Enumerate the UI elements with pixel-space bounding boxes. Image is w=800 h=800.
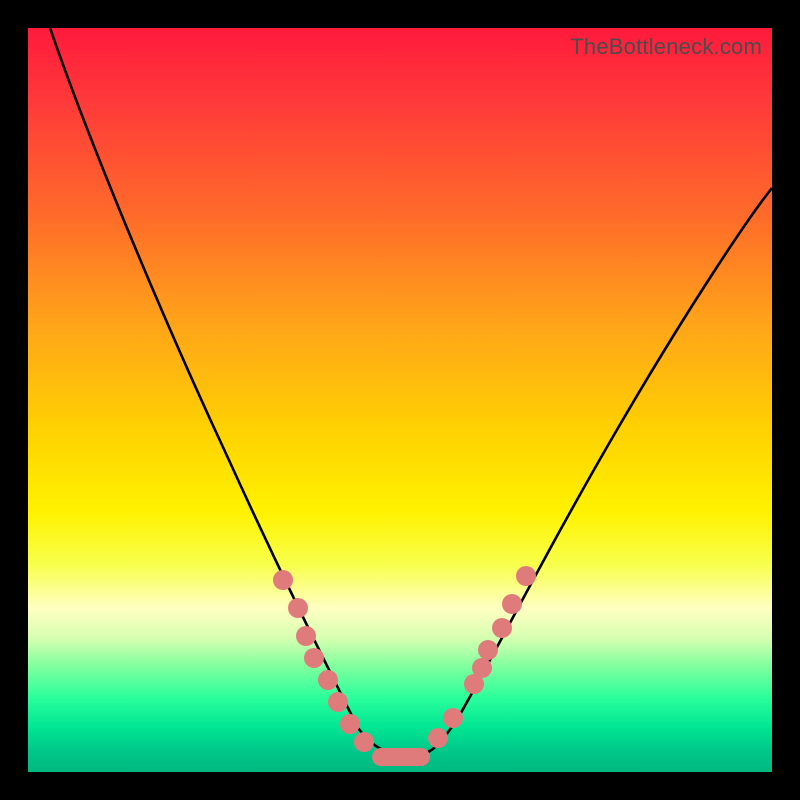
marker-right-cluster <box>428 566 536 748</box>
outer-frame: TheBottleneck.com <box>0 0 800 800</box>
marker-flat-segment <box>372 748 430 766</box>
chart-svg <box>28 28 772 772</box>
bottleneck-curve <box>50 28 772 756</box>
marker-left-cluster <box>273 570 374 752</box>
plot-area: TheBottleneck.com <box>28 28 772 772</box>
